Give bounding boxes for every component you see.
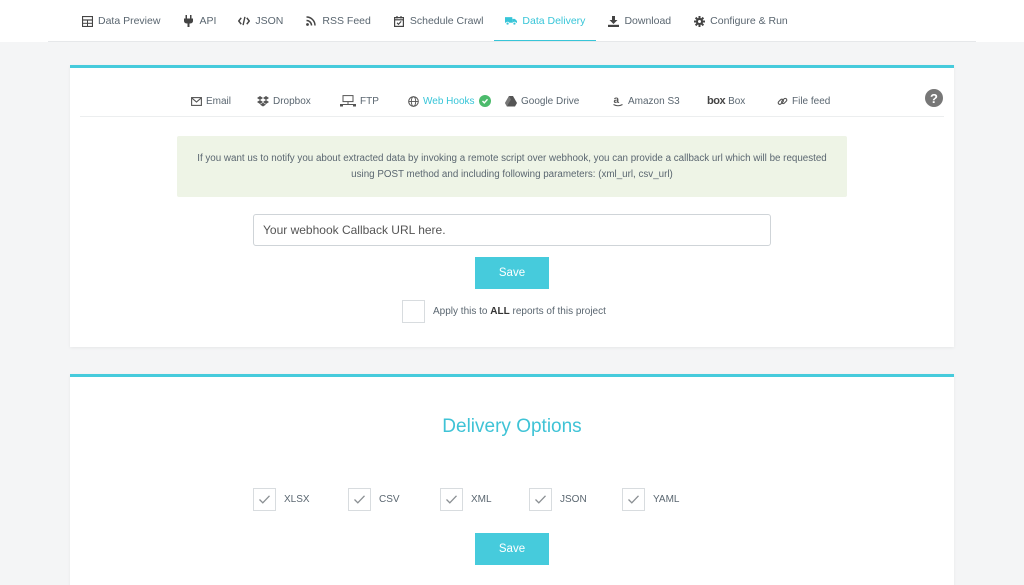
checkmark-icon: [446, 495, 457, 504]
link-icon: [776, 95, 788, 107]
globe-icon: [407, 95, 419, 107]
top-tabs: Data Preview API JSON RSS Feed Schedule …: [70, 0, 799, 42]
xlsx-checkbox[interactable]: [253, 488, 276, 511]
checkmark-icon: [354, 495, 365, 504]
tab-download[interactable]: Download: [596, 0, 682, 42]
tab-email[interactable]: Email: [190, 86, 231, 116]
option-json: JSON: [529, 488, 587, 511]
top-navigation: Data Preview API JSON RSS Feed Schedule …: [0, 0, 1024, 42]
tab-web-hooks[interactable]: Web Hooks: [397, 86, 494, 117]
nav-divider: [48, 41, 976, 42]
apply-all-reports: Apply this to ALL reports of this projec…: [402, 300, 606, 323]
option-xml: XML: [440, 488, 492, 511]
xml-checkbox[interactable]: [440, 488, 463, 511]
gear-icon: [693, 15, 705, 27]
dropbox-icon: [257, 95, 269, 107]
tab-label: Data Preview: [98, 15, 161, 27]
download-icon: [607, 15, 619, 27]
box-logo-icon: box: [707, 95, 726, 107]
tab-label: API: [199, 15, 217, 27]
tab-label: Data Delivery: [522, 15, 586, 27]
tab-label: Schedule Crawl: [409, 15, 484, 27]
tab-box[interactable]: box Box: [707, 86, 745, 116]
tab-label: JSON: [255, 15, 284, 27]
calendar-check-icon: [393, 15, 405, 27]
tab-dropbox[interactable]: Dropbox: [257, 86, 311, 116]
tab-schedule-crawl[interactable]: Schedule Crawl: [382, 0, 495, 42]
help-icon[interactable]: ?: [925, 89, 943, 107]
checkmark-icon: [259, 495, 270, 504]
rss-icon: [305, 15, 317, 27]
delivery-options-title: Delivery Options: [442, 416, 582, 437]
tab-label: Download: [624, 15, 672, 27]
tab-configure-run[interactable]: Configure & Run: [682, 0, 799, 42]
envelope-icon: [190, 95, 202, 107]
json-checkbox[interactable]: [529, 488, 552, 511]
checkmark-icon: [628, 495, 639, 504]
apply-all-label: Apply this to ALL reports of this projec…: [433, 306, 606, 317]
checkmark-icon: [535, 495, 546, 504]
tab-amazon-s3[interactable]: a Amazon S3: [612, 86, 680, 116]
delivery-options-card: Delivery Options XLSX CSV XML JSON YAML …: [70, 374, 954, 585]
webhook-url-input[interactable]: [253, 214, 771, 246]
tab-file-feed[interactable]: File feed: [776, 86, 830, 116]
delivery-method-tabs: Email Dropbox FTP Web Hooks Google Drive…: [70, 86, 954, 117]
option-csv: CSV: [348, 488, 400, 511]
webhook-info-message: If you want us to notify you about extra…: [177, 136, 847, 197]
csv-checkbox[interactable]: [348, 488, 371, 511]
tab-data-preview[interactable]: Data Preview: [70, 0, 171, 42]
tab-google-drive[interactable]: Google Drive: [505, 86, 579, 116]
check-circle-icon: [478, 95, 491, 107]
option-xlsx: XLSX: [253, 488, 310, 511]
tab-rss-feed[interactable]: RSS Feed: [294, 0, 381, 42]
save-webhook-button[interactable]: Save: [475, 257, 549, 289]
code-icon: [238, 15, 251, 27]
tab-json[interactable]: JSON: [227, 0, 294, 42]
delivery-method-card: Email Dropbox FTP Web Hooks Google Drive…: [70, 65, 954, 347]
option-yaml: YAML: [622, 488, 680, 511]
tab-api[interactable]: API: [171, 0, 227, 42]
subtabs-divider: [80, 116, 944, 117]
yaml-checkbox[interactable]: [622, 488, 645, 511]
tab-ftp[interactable]: FTP: [340, 86, 379, 116]
tab-data-delivery[interactable]: Data Delivery: [494, 0, 597, 42]
apply-all-checkbox[interactable]: [402, 300, 425, 323]
google-drive-icon: [505, 95, 517, 107]
save-delivery-options-button[interactable]: Save: [475, 533, 549, 565]
server-icon: [340, 95, 356, 107]
tab-label: RSS Feed: [322, 15, 371, 27]
tab-label: Configure & Run: [710, 15, 788, 27]
plug-icon: [182, 15, 194, 27]
table-icon: [81, 15, 93, 27]
truck-icon: [505, 15, 518, 27]
amazon-icon: a: [612, 95, 624, 107]
